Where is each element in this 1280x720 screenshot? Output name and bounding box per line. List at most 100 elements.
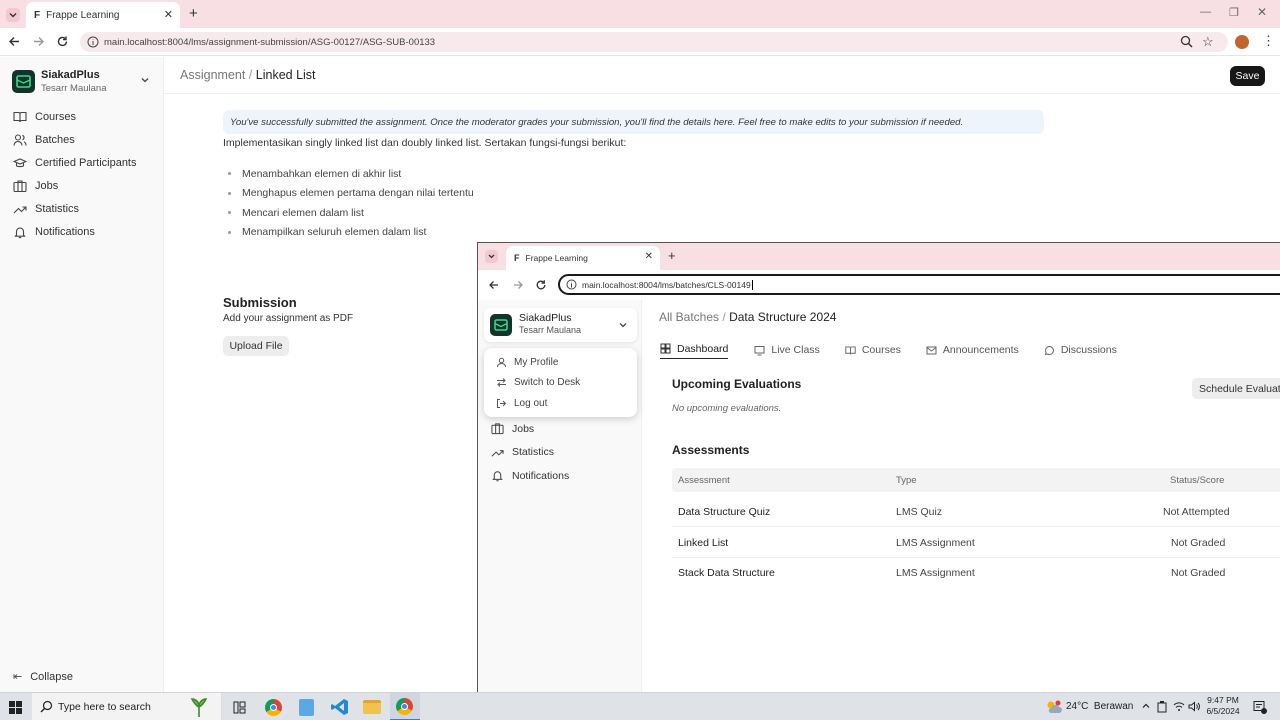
notepad-taskbar-icon[interactable]: [299, 699, 314, 716]
volume-icon[interactable]: [1188, 701, 1200, 712]
browser-menu-icon[interactable]: ⋮: [1262, 33, 1275, 49]
tab-label: Dashboard: [677, 342, 729, 355]
menu-item-log-out[interactable]: Log out: [484, 393, 637, 414]
menu-item-label: My Profile: [514, 356, 559, 368]
wifi-icon[interactable]: [1173, 701, 1185, 712]
list-item-text: Menampilkan seluruh elemen dalam list: [242, 226, 427, 239]
menu-item-my-profile[interactable]: My Profile: [484, 352, 637, 373]
site-info-icon[interactable]: [87, 36, 99, 48]
app-switcher[interactable]: SiakadPlus Tesarr Maulana: [12, 69, 156, 95]
table-row[interactable]: Stack Data Structure LMS Assignment Not …: [672, 558, 1280, 588]
reload-icon[interactable]: [56, 35, 69, 48]
file-explorer-taskbar-icon[interactable]: [363, 700, 381, 714]
bookmark-star-icon[interactable]: ☆: [1202, 34, 1214, 50]
collapse-button[interactable]: ⇤ Collapse: [0, 665, 73, 688]
forward-icon[interactable]: [512, 279, 524, 291]
tab-dashboard[interactable]: Dashboard: [660, 341, 729, 359]
sidebar-item-statistics[interactable]: Statistics: [0, 197, 164, 220]
chrome-active-taskbar-icon[interactable]: [390, 693, 420, 720]
sidebar-item-courses[interactable]: Courses: [0, 105, 164, 128]
profile-avatar-icon[interactable]: [1235, 35, 1249, 49]
cell-assessment: Data Structure Quiz: [678, 506, 771, 518]
task-view-icon[interactable]: [233, 701, 246, 714]
tab-live-class[interactable]: Live Class: [754, 341, 820, 359]
dashboard-icon: [660, 343, 671, 354]
browser-tab[interactable]: F Frappe Learning ✕: [26, 2, 180, 28]
weather-icon[interactable]: [1046, 700, 1062, 714]
user-name: Tesarr Maulana: [41, 83, 107, 94]
reload-icon[interactable]: [535, 279, 547, 291]
chat-icon: [1044, 345, 1055, 356]
tab-close-icon[interactable]: ✕: [164, 8, 173, 21]
save-button[interactable]: Save: [1230, 66, 1265, 86]
sidebar-nav: Jobs Statistics Notifications: [478, 417, 642, 488]
back-icon[interactable]: [488, 279, 500, 291]
sidebar-item-notifications[interactable]: Notifications: [0, 220, 164, 243]
tab-label: Live Class: [771, 344, 820, 356]
url-bar[interactable]: main.localhost:8004/lms/batches/CLS-0014…: [558, 274, 1280, 295]
sidebar-item-jobs[interactable]: Jobs: [0, 174, 164, 197]
tab-announcements[interactable]: Announcements: [926, 341, 1019, 359]
tray-chevron-up-icon[interactable]: [1141, 701, 1151, 711]
batch-tabs: Dashboard Live Class Courses Announcemen…: [660, 341, 1117, 359]
frappe-favicon-icon: F: [34, 9, 41, 21]
app-switcher[interactable]: SiakadPlus Tesarr Maulana: [484, 308, 637, 342]
sidebar-item-certified-participants[interactable]: Certified Participants: [0, 151, 164, 174]
chevron-down-icon: [140, 75, 150, 85]
vscode-taskbar-icon[interactable]: [331, 698, 349, 716]
user-dropdown-menu: My Profile Switch to Desk Log out: [484, 348, 637, 417]
search-icon: [40, 700, 53, 713]
clock[interactable]: 9:47 PM 6/5/2024: [1203, 695, 1243, 717]
clock-date: 6/5/2024: [1206, 706, 1240, 716]
tab-list-chevron-icon[interactable]: [485, 250, 498, 263]
taskbar-search-box[interactable]: Type here to search: [32, 693, 222, 720]
chrome-taskbar-icon[interactable]: [265, 699, 282, 716]
sidebar-item-label: Courses: [35, 110, 76, 123]
table-row[interactable]: Data Structure Quiz LMS Quiz Not Attempt…: [672, 497, 1280, 527]
window-minimize-icon[interactable]: —: [1200, 6, 1211, 18]
upload-file-button[interactable]: Upload File: [223, 336, 289, 356]
tab-discussions[interactable]: Discussions: [1044, 341, 1117, 359]
breadcrumb-all-batches[interactable]: All Batches: [659, 310, 719, 324]
battery-icon[interactable]: [1157, 701, 1167, 713]
list-item: Menghapus elemen pertama dengan nilai te…: [228, 184, 474, 204]
table-header: Assessment Type Status/Score: [672, 468, 1280, 492]
tab-list-chevron-icon[interactable]: [6, 8, 20, 22]
weather-text[interactable]: 24°C Berawan: [1066, 701, 1133, 712]
menu-item-switch-to-desk[interactable]: Switch to Desk: [484, 373, 637, 394]
forward-icon[interactable]: [32, 35, 45, 48]
window-restore-icon[interactable]: ❐: [1229, 6, 1239, 19]
search-placeholder: Type here to search: [58, 701, 151, 713]
breadcrumb-separator: /: [248, 68, 253, 82]
sidebar-item-batches[interactable]: Batches: [0, 128, 164, 151]
notifications-tray-icon[interactable]: [1253, 700, 1267, 714]
browser-tab-strip: F Frappe Learning ✕ + — ❐ ✕: [0, 0, 1280, 28]
list-item: Menambahkan elemen di akhir list: [228, 164, 474, 184]
new-tab-icon[interactable]: +: [668, 248, 676, 263]
chevron-down-icon: [618, 320, 628, 330]
table-row[interactable]: Linked List LMS Assignment Not Graded: [672, 528, 1280, 558]
frappe-favicon-icon: F: [514, 253, 520, 263]
sidebar-item-statistics[interactable]: Statistics: [478, 441, 642, 465]
tab-close-icon[interactable]: ✕: [645, 251, 653, 262]
schedule-evaluation-button[interactable]: Schedule Evaluat: [1192, 378, 1280, 399]
sidebar-item-notifications[interactable]: Notifications: [478, 464, 642, 488]
upcoming-evaluations-empty: No upcoming evaluations.: [672, 403, 782, 414]
breadcrumb-assignment[interactable]: Assignment: [180, 68, 245, 82]
logout-icon: [496, 398, 507, 409]
sidebar-item-jobs[interactable]: Jobs: [478, 417, 642, 441]
zoom-icon[interactable]: [1180, 35, 1193, 48]
list-item-text: Mencari elemen dalam list: [242, 206, 364, 219]
new-tab-icon[interactable]: +: [189, 5, 198, 22]
url-bar[interactable]: main.localhost:8004/lms/assignment-submi…: [80, 32, 1228, 52]
browser-tab[interactable]: F Frappe Learning ✕: [506, 246, 660, 270]
browser-tab-strip: F Frappe Learning ✕ +: [478, 243, 1280, 270]
back-icon[interactable]: [8, 35, 21, 48]
window-close-icon[interactable]: ✕: [1257, 5, 1267, 19]
tab-label: Announcements: [942, 344, 1019, 356]
windows-start-icon[interactable]: [9, 701, 22, 714]
app-logo-icon: [12, 70, 35, 93]
tab-courses[interactable]: Courses: [845, 341, 901, 359]
sidebar-item-label: Notifications: [512, 469, 570, 482]
site-info-icon[interactable]: [566, 279, 577, 290]
